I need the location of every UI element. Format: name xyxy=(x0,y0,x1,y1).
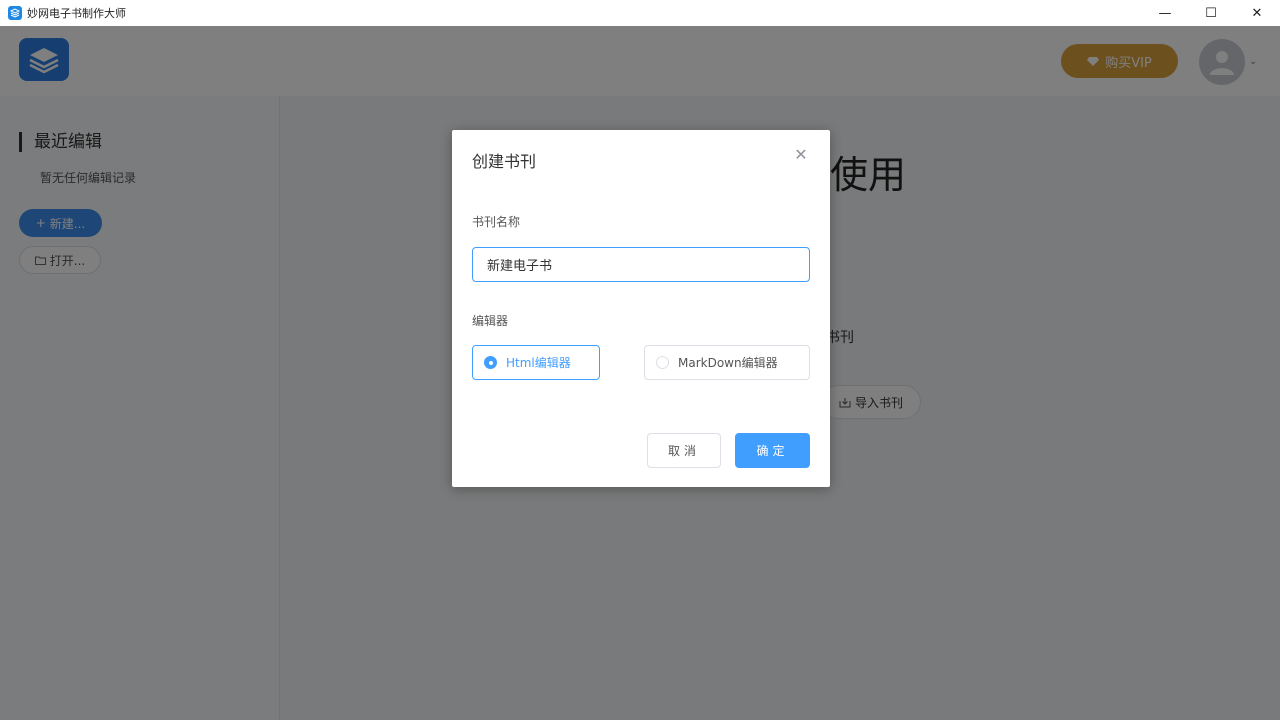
window-controls: — ☐ ✕ xyxy=(1142,0,1280,26)
window-title: 妙网电子书制作大师 xyxy=(27,7,126,20)
radio-selected-icon xyxy=(484,356,497,369)
html-editor-radio[interactable]: Html编辑器 xyxy=(472,345,600,380)
cancel-button[interactable]: 取消 xyxy=(647,433,721,468)
book-name-label: 书刊名称 xyxy=(472,215,521,229)
minimize-button[interactable]: — xyxy=(1142,0,1188,26)
title-bar: 妙网电子书制作大师 — ☐ ✕ xyxy=(0,0,1280,26)
confirm-button[interactable]: 确定 xyxy=(735,433,810,468)
html-editor-label: Html编辑器 xyxy=(506,356,571,370)
close-window-button[interactable]: ✕ xyxy=(1234,0,1280,26)
dialog-title: 创建书刊 xyxy=(472,152,537,171)
book-name-input[interactable] xyxy=(472,247,810,282)
markdown-editor-radio[interactable]: MarkDown编辑器 xyxy=(644,345,810,380)
dialog-close-icon[interactable]: ✕ xyxy=(793,145,809,164)
markdown-editor-label: MarkDown编辑器 xyxy=(678,356,778,370)
create-book-dialog: 创建书刊 ✕ 书刊名称 编辑器 Html编辑器 MarkDown编辑器 取消 确… xyxy=(452,130,830,487)
app-icon xyxy=(8,6,22,20)
maximize-button[interactable]: ☐ xyxy=(1188,0,1234,26)
editor-label: 编辑器 xyxy=(472,314,509,328)
radio-unselected-icon xyxy=(656,356,669,369)
